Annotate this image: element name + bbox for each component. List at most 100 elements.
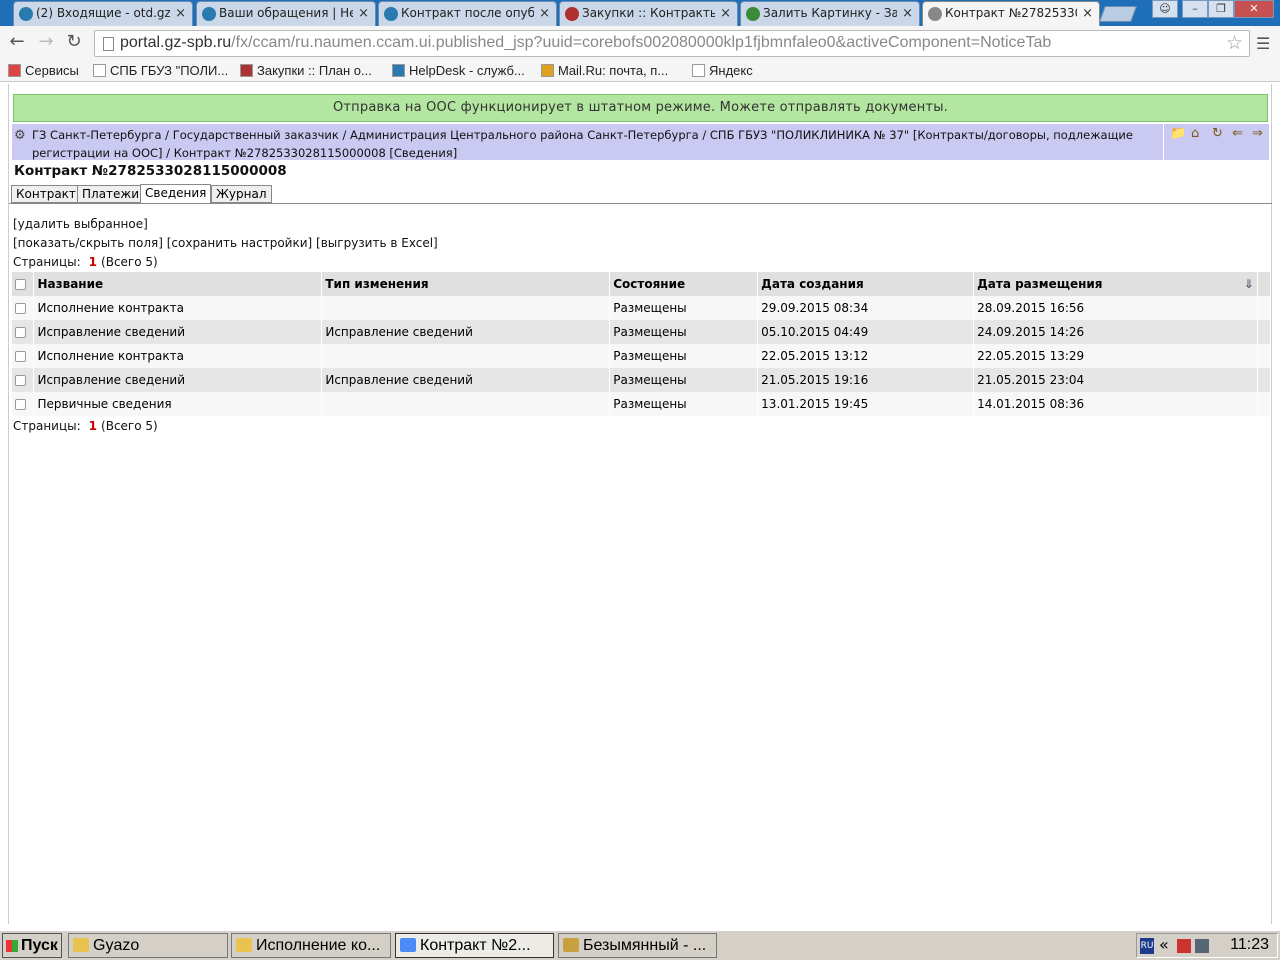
refresh-icon[interactable]: ↻ bbox=[1212, 126, 1223, 141]
column-header-change-type[interactable]: Тип изменения bbox=[321, 272, 611, 296]
row-checkbox[interactable] bbox=[15, 375, 26, 386]
bookmark-star-icon[interactable]: ☆ bbox=[1226, 32, 1243, 54]
taskbar-item-paint[interactable]: Безымянный - ... bbox=[558, 933, 717, 958]
bookmark-item[interactable]: Mail.Ru: почта, п... bbox=[541, 63, 668, 78]
clock[interactable]: 11:23 bbox=[1230, 936, 1269, 954]
back-button[interactable]: ← bbox=[6, 32, 28, 54]
breadcrumb-text[interactable]: ГЗ Санкт-Петербурга / Государственный за… bbox=[32, 128, 1133, 160]
tray-app-icon[interactable] bbox=[1177, 939, 1191, 953]
page-number[interactable]: 1 bbox=[89, 419, 97, 433]
tab-favicon-icon bbox=[384, 7, 398, 21]
cell-name[interactable]: Первичные сведения bbox=[33, 392, 323, 416]
bookmark-item[interactable]: HelpDesk - служб... bbox=[392, 63, 525, 78]
tab-image-upload[interactable]: Залить Картинку - Зал × bbox=[740, 1, 920, 26]
export-excel-link[interactable]: [выгрузить в Excel] bbox=[316, 236, 438, 250]
maximize-button[interactable]: ❐ bbox=[1208, 0, 1234, 18]
tab-favicon-icon bbox=[19, 7, 33, 21]
cell-published: 28.09.2015 16:56 bbox=[973, 296, 1258, 320]
tab-journal[interactable]: Журнал bbox=[211, 185, 272, 203]
tab-close-icon[interactable]: × bbox=[902, 2, 913, 25]
column-header-published[interactable]: Дата размещения ⇓ bbox=[973, 272, 1258, 296]
tab-close-icon[interactable]: × bbox=[175, 2, 186, 25]
tab-info[interactable]: Сведения bbox=[140, 184, 212, 204]
profile-icon[interactable]: ☺ bbox=[1152, 0, 1178, 18]
forward-button[interactable]: → bbox=[35, 32, 57, 54]
cell-published: 24.09.2015 14:26 bbox=[973, 320, 1258, 344]
arrow-right-icon[interactable]: ⇒ bbox=[1252, 126, 1263, 141]
chrome-menu-icon[interactable]: ☰ bbox=[1256, 34, 1270, 53]
tab-close-icon[interactable]: × bbox=[720, 2, 731, 25]
new-tab-button[interactable] bbox=[1099, 6, 1137, 22]
pager-bottom: Страницы: 1 (Всего 5) bbox=[13, 419, 158, 433]
tab-contract[interactable]: Контракт bbox=[11, 185, 81, 203]
windows-logo-icon bbox=[6, 940, 18, 952]
cell-status: Размещены bbox=[609, 344, 759, 368]
save-settings-link[interactable]: [сохранить настройки] bbox=[167, 236, 313, 250]
help-icon bbox=[392, 64, 405, 77]
bookmark-label: Mail.Ru: почта, п... bbox=[558, 63, 669, 78]
sort-arrow-icon[interactable]: ⇓ bbox=[1244, 277, 1254, 291]
table-row[interactable]: Исправление сведений Исправление сведений… bbox=[12, 320, 1272, 344]
tab-title: Контракт №27825330 bbox=[945, 6, 1077, 20]
url-text: portal.gz-spb.ru/fx/ccam/ru.naumen.ccam.… bbox=[120, 34, 1052, 51]
bookmark-item[interactable]: Яндекс bbox=[692, 63, 753, 78]
page-icon bbox=[103, 37, 114, 51]
tab-payments[interactable]: Платежи bbox=[77, 185, 145, 203]
bookmark-label: Закупки :: План о... bbox=[257, 63, 372, 78]
table-row[interactable]: Исполнение контракта Размещены 29.09.2015 … bbox=[12, 296, 1272, 320]
bookmark-item[interactable]: СПБ ГБУЗ "ПОЛИ... bbox=[93, 63, 228, 78]
tab-close-icon[interactable]: × bbox=[539, 2, 550, 25]
tab-procurement[interactable]: Закупки :: Контракты × bbox=[559, 1, 738, 26]
table-row[interactable]: Исправление сведений Исправление сведений… bbox=[12, 368, 1272, 392]
tab-favicon-icon bbox=[202, 7, 216, 21]
column-header-status[interactable]: Состояние bbox=[609, 272, 759, 296]
address-bar[interactable]: portal.gz-spb.ru/fx/ccam/ru.naumen.ccam.… bbox=[94, 30, 1250, 57]
table-row[interactable]: Первичные сведения Размещены 13.01.2015 19… bbox=[12, 392, 1272, 416]
row-checkbox[interactable] bbox=[15, 327, 26, 338]
row-checkbox[interactable] bbox=[15, 303, 26, 314]
tab-contract-active[interactable]: Контракт №27825330 × bbox=[922, 1, 1100, 27]
column-header-name[interactable]: Название bbox=[33, 272, 323, 296]
tab-mail-inbox[interactable]: (2) Входящие - otd.gz × bbox=[13, 1, 193, 26]
cell-name[interactable]: Исправление сведений bbox=[33, 368, 323, 392]
page-number[interactable]: 1 bbox=[89, 255, 97, 269]
network-icon[interactable] bbox=[1195, 939, 1209, 953]
reload-button[interactable]: ↻ bbox=[63, 32, 85, 54]
column-header-created[interactable]: Дата создания bbox=[757, 272, 975, 296]
bookmark-item[interactable]: Закупки :: План о... bbox=[240, 63, 372, 78]
cell-published: 14.01.2015 08:36 bbox=[973, 392, 1258, 416]
table-row[interactable]: Исполнение контракта Размещены 22.05.2015 … bbox=[12, 344, 1272, 368]
tab-close-icon[interactable]: × bbox=[358, 2, 369, 25]
cell-change-type: Исправление сведений bbox=[321, 368, 611, 392]
web-page: Отправка на ООС функционирует в штатном … bbox=[8, 84, 1272, 924]
minimize-button[interactable]: – bbox=[1182, 0, 1208, 18]
taskbar-item-gyazo[interactable]: Gyazo bbox=[68, 933, 228, 958]
cell-name[interactable]: Исполнение контракта bbox=[33, 344, 323, 368]
breadcrumb-tools: 📁 ⌂ ↻ ⇐ ⇒ bbox=[1164, 124, 1269, 160]
delete-selected-link[interactable]: [удалить выбранное] bbox=[13, 217, 148, 231]
row-checkbox[interactable] bbox=[15, 399, 26, 410]
select-all-checkbox[interactable] bbox=[15, 279, 26, 290]
cell-name[interactable]: Исполнение контракта bbox=[33, 296, 323, 320]
taskbar-item-label: Безымянный - ... bbox=[583, 937, 707, 954]
tab-helpdesk[interactable]: Ваши обращения | Не × bbox=[196, 1, 376, 26]
status-banner: Отправка на ООС функционирует в штатном … bbox=[13, 94, 1268, 122]
bookmark-item[interactable]: Сервисы bbox=[8, 63, 79, 78]
language-indicator[interactable]: RU bbox=[1140, 938, 1154, 954]
home-icon[interactable]: ⌂ bbox=[1191, 126, 1199, 141]
cell-status: Размещены bbox=[609, 296, 759, 320]
taskbar-item-chrome[interactable]: Контракт №2... bbox=[395, 933, 554, 958]
tab-contract-after-publish[interactable]: Контракт после опубл × bbox=[378, 1, 557, 26]
window-close-button[interactable]: ✕ bbox=[1234, 0, 1274, 18]
cell-name[interactable]: Исправление сведений bbox=[33, 320, 323, 344]
tab-title: Контракт после опубл bbox=[401, 6, 534, 20]
folder-icon[interactable]: 📁 bbox=[1170, 126, 1186, 141]
taskbar-item-folder[interactable]: Исполнение ко... bbox=[231, 933, 391, 958]
start-button[interactable]: Пуск bbox=[2, 933, 62, 958]
row-checkbox[interactable] bbox=[15, 351, 26, 362]
toggle-fields-link[interactable]: [показать/скрыть поля] bbox=[13, 236, 163, 250]
tray-expand-icon[interactable]: « bbox=[1159, 935, 1169, 954]
arrow-left-icon[interactable]: ⇐ bbox=[1232, 126, 1243, 141]
tab-close-icon[interactable]: × bbox=[1082, 2, 1093, 25]
actions-row: [показать/скрыть поля] [сохранить настро… bbox=[13, 236, 438, 250]
